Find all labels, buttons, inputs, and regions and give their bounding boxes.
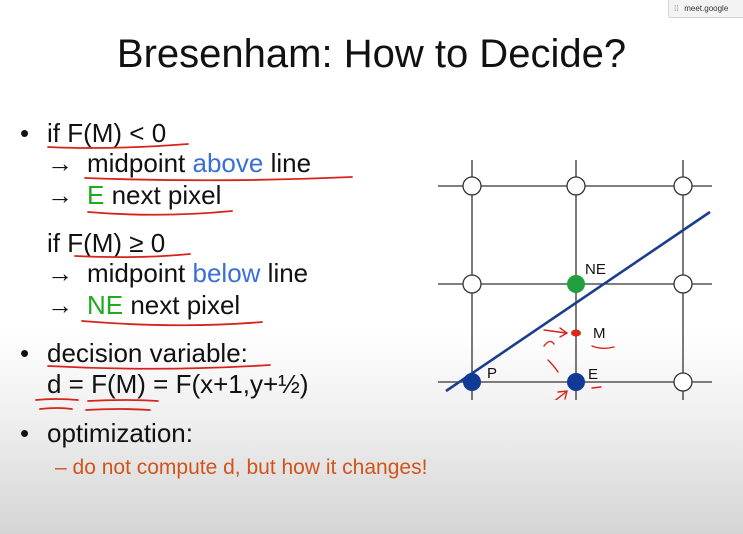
annotation-squiggle-m xyxy=(543,340,555,347)
optimization-subpoint: – do not compute d, but how it changes! xyxy=(55,456,428,479)
condition-less-than: if F(M) < 0 xyxy=(47,118,167,148)
pixel-p xyxy=(463,373,481,391)
browser-tab-label: meet.google xyxy=(684,4,729,13)
result-line-above: → midpoint above line xyxy=(47,148,312,178)
underline-ne-next-pixel xyxy=(81,320,263,327)
bullet-dot: • xyxy=(20,338,30,368)
underline-fm-2 xyxy=(85,408,151,411)
annotation-stroke-ne xyxy=(547,359,559,373)
label-e: E xyxy=(588,366,598,383)
pixel-ne xyxy=(567,275,585,293)
tab-icon: ⁞⁞ xyxy=(674,4,679,13)
annotation-tick-e xyxy=(591,386,602,389)
decision-formula: d = F(M) = F(x+1,y+½) xyxy=(47,369,309,399)
word-e: E xyxy=(87,180,105,210)
word-below: below xyxy=(192,258,261,288)
label-m: M xyxy=(593,325,606,342)
decision-variable-label: decision variable: xyxy=(47,338,248,368)
underline-d-1 xyxy=(35,398,79,401)
rasterized-line xyxy=(445,210,711,393)
annotation-arrow-to-m xyxy=(543,327,569,338)
condition-greater-equal: if F(M) ≥ 0 xyxy=(47,228,166,258)
grid-pixel xyxy=(673,176,693,196)
arrow-icon: → xyxy=(47,258,73,288)
label-ne: NE xyxy=(585,261,606,278)
slide-title: Bresenham: How to Decide? xyxy=(116,32,627,76)
arrow-icon: → xyxy=(47,148,73,178)
midpoint-m xyxy=(571,329,581,337)
result-next-pixel-e: → E next pixel xyxy=(47,180,222,210)
underline-fm-1 xyxy=(87,399,159,402)
annotation-arrow-to-e xyxy=(554,390,568,400)
result-line-below: → midpoint below line xyxy=(47,258,309,288)
bullet-dot: • xyxy=(20,118,30,148)
word-ne: NE xyxy=(87,290,124,320)
word-above: above xyxy=(192,148,264,178)
bresenham-grid-diagram: P E NE M xyxy=(438,160,712,400)
label-p: P xyxy=(487,365,497,382)
optimization-label: optimization: xyxy=(47,418,193,448)
browser-tab-chip[interactable]: ⁞⁞ meet.google xyxy=(668,0,743,18)
underline-d-2 xyxy=(39,407,73,410)
underline-e-next-pixel xyxy=(87,210,233,216)
arrow-icon: → xyxy=(47,180,73,210)
pixel-e xyxy=(567,373,585,391)
grid-pixel xyxy=(566,176,586,196)
grid-pixel xyxy=(673,372,693,392)
annotation-tick-m xyxy=(591,345,615,349)
grid-pixel xyxy=(462,274,482,294)
bullet-dot: • xyxy=(20,418,30,448)
result-next-pixel-ne: → NE next pixel xyxy=(47,290,241,320)
grid-pixel xyxy=(462,176,482,196)
arrow-icon: → xyxy=(47,290,73,320)
grid-pixel xyxy=(673,274,693,294)
